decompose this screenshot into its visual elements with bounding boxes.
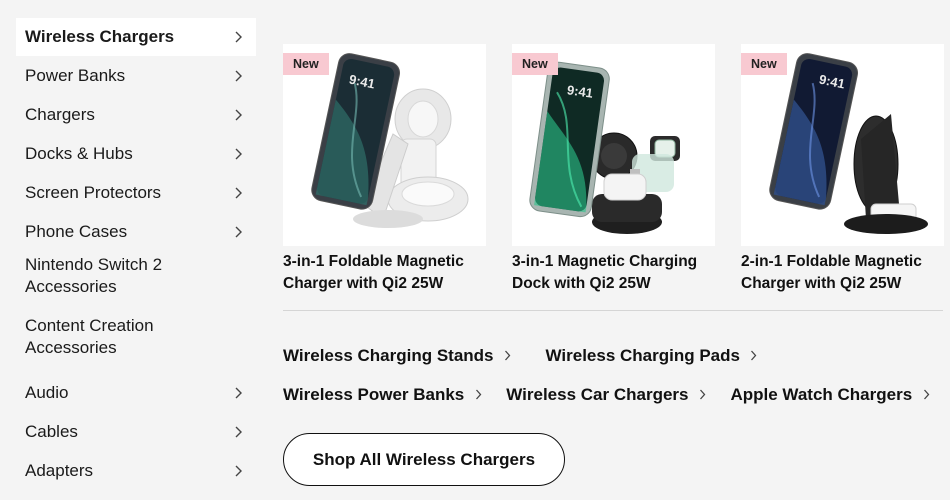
link-label: Wireless Charging Pads [545, 345, 740, 365]
link-wireless-charging-pads[interactable]: Wireless Charging Pads [546, 346, 762, 366]
link-label: Wireless Car Chargers [506, 384, 689, 404]
new-badge: New [741, 53, 787, 75]
sidebar-item-cables[interactable]: Cables [16, 412, 256, 451]
link-wireless-charging-stands[interactable]: Wireless Charging Stands [283, 346, 516, 366]
sidebar-item-audio[interactable]: Audio [16, 373, 256, 412]
black-charging-dock-image[interactable]: New 9:41 [512, 44, 715, 246]
sidebar-item-label: Screen Protectors [25, 182, 162, 202]
chevron-right-icon [500, 348, 516, 364]
sidebar-item-phone-cases[interactable]: Phone Cases [16, 212, 256, 251]
sidebar-item-power-banks[interactable]: Power Banks [16, 56, 256, 95]
black-foldable-charger-image[interactable]: New 9:41 [741, 44, 944, 246]
link-label: Wireless Power Banks [283, 384, 465, 404]
sidebar-item-screen-protectors[interactable]: Screen Protectors [16, 173, 256, 212]
link-wireless-car-chargers[interactable]: Wireless Car Chargers [506, 385, 710, 405]
sidebar-item-nintendo-switch-2-accessories[interactable]: Nintendo Switch 2 Accessories [16, 251, 256, 312]
chevron-right-icon [470, 387, 486, 403]
sidebar-item-label: Phone Cases [25, 221, 128, 241]
sidebar-item-label: Nintendo Switch 2 Accessories [25, 255, 163, 296]
sidebar-item-adapters[interactable]: Adapters [16, 451, 256, 490]
sidebar-item-label: Content Creation Accessories [25, 316, 154, 357]
product-card[interactable]: New 9:41 2-in-1 Foldable Magnetic Charge… [741, 44, 944, 295]
sidebar-item-content-creation-accessories[interactable]: Content Creation Accessories [16, 312, 256, 373]
product-title[interactable]: 3-in-1 Magnetic Charging Dock with Qi2 2… [512, 251, 717, 295]
shop-all-wireless-chargers-button[interactable]: Shop All Wireless Chargers [283, 433, 565, 486]
product-title[interactable]: 3-in-1 Foldable Magnetic Charger with Qi… [283, 251, 488, 295]
chevron-right-icon [230, 385, 246, 401]
sidebar-item-docks-hubs[interactable]: Docks & Hubs [16, 134, 256, 173]
chevron-right-icon [230, 224, 246, 240]
sidebar-item-wireless-chargers[interactable]: Wireless Chargers [16, 18, 256, 56]
product-title[interactable]: 2-in-1 Foldable Magnetic Charger with Qi… [741, 251, 946, 295]
chevron-right-icon [918, 387, 934, 403]
chevron-right-icon [230, 463, 246, 479]
sidebar-item-label: Docks & Hubs [25, 143, 133, 163]
sidebar-item-label: Cables [25, 421, 78, 441]
chevron-right-icon [230, 146, 246, 162]
chevron-right-icon [230, 424, 246, 440]
white-foldable-charger-image[interactable]: New 9:41 [283, 44, 486, 246]
chevron-right-icon [230, 185, 246, 201]
sidebar-item-chargers[interactable]: Chargers [16, 95, 256, 134]
chevron-right-icon [230, 29, 246, 45]
chevron-right-icon [230, 107, 246, 123]
sidebar-item-label: Chargers [25, 104, 95, 124]
new-badge: New [283, 53, 329, 75]
link-label: Apple Watch Chargers [730, 384, 913, 404]
section-divider [283, 310, 943, 311]
product-card[interactable]: New 9:41 3-in-1 Magnetic Charging Dock w… [512, 44, 715, 295]
sidebar-item-label: Audio [25, 382, 69, 402]
category-sidebar: Wireless Chargers Power Banks Chargers D… [16, 18, 256, 490]
sidebar-item-label: Wireless Chargers [25, 27, 175, 46]
link-wireless-power-banks[interactable]: Wireless Power Banks [283, 385, 486, 405]
link-apple-watch-chargers[interactable]: Apple Watch Chargers [730, 385, 934, 405]
chevron-right-icon [746, 348, 762, 364]
sidebar-item-label: Power Banks [25, 65, 126, 85]
chevron-right-icon [230, 68, 246, 84]
new-badge: New [512, 53, 558, 75]
subcategory-links: Wireless Charging Stands Wireless Chargi… [283, 336, 943, 414]
link-label: Wireless Charging Stands [283, 345, 494, 365]
chevron-right-icon [694, 387, 710, 403]
product-card[interactable]: New 9:41 3-in-1 Foldable Magnetic Charge… [283, 44, 486, 295]
sidebar-item-label: Adapters [25, 460, 94, 480]
